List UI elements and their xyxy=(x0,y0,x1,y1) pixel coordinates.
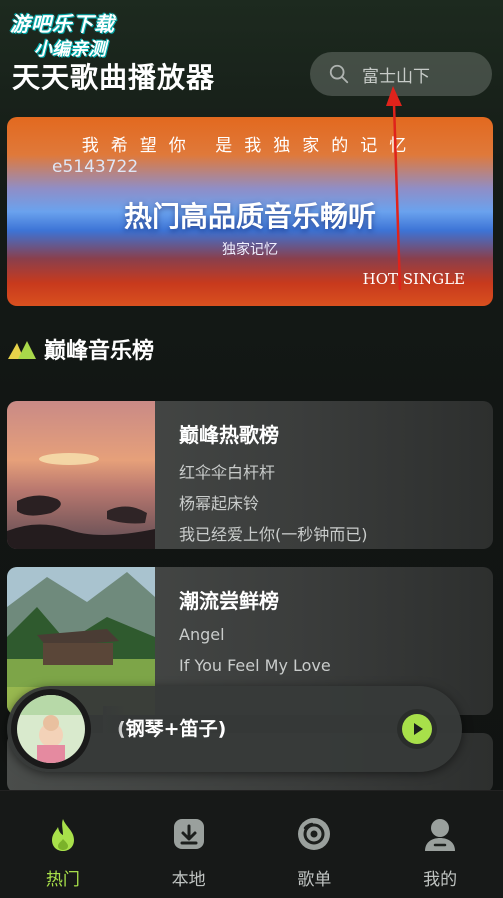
tab-local[interactable]: 本地 xyxy=(126,791,252,898)
mountain-icon xyxy=(8,341,36,359)
chart-song: 杨幂起床铃 xyxy=(179,494,260,513)
album-disc[interactable] xyxy=(11,689,91,769)
disc-icon xyxy=(298,818,331,850)
search-icon xyxy=(329,64,349,84)
chart-song: 我已经爱上你(一秒钟而已) xyxy=(179,525,368,544)
tab-label: 我的 xyxy=(423,870,458,890)
bottom-tab-bar: 热门 本地 歌单 我的 xyxy=(0,790,503,898)
album-cover-image xyxy=(17,695,85,763)
download-icon xyxy=(173,819,204,849)
watermark-logo: 游吧乐下载 小编亲测 xyxy=(10,8,150,61)
mini-player[interactable]: (钢琴+笛子) xyxy=(7,686,462,772)
watermark-line-1: 游吧乐下载 xyxy=(10,12,115,36)
play-icon xyxy=(402,714,432,744)
tab-hot[interactable]: 热门 xyxy=(0,791,126,898)
play-button[interactable] xyxy=(397,709,437,749)
search-placeholder: 富士山下 xyxy=(362,66,430,87)
banner-code: e5143722 xyxy=(52,157,139,177)
track-title: (钢琴+笛子) xyxy=(117,718,227,740)
fire-icon xyxy=(51,819,74,851)
tab-mine[interactable]: 我的 xyxy=(377,791,503,898)
promo-banner[interactable]: 我希望你 是我独家的记忆 e5143722 热门高品质音乐畅听 独家记忆 HOT… xyxy=(7,117,493,306)
app-title: 天天歌曲播放器 xyxy=(12,61,216,94)
chart-name: 潮流尝鲜榜 xyxy=(179,589,279,613)
banner-headline: 热门高品质音乐畅听 xyxy=(123,200,376,233)
banner-subtitle: 独家记忆 xyxy=(222,242,278,258)
tab-label: 热门 xyxy=(45,870,80,890)
chart-song: Angel xyxy=(179,625,225,644)
tab-label: 歌单 xyxy=(297,870,332,890)
chart-card-peak[interactable]: 巅峰热歌榜 红伞伞白杆杆 杨幂起床铃 我已经爱上你(一秒钟而已) xyxy=(7,401,493,549)
section-title: 巅峰音乐榜 xyxy=(44,339,155,364)
chart-song: 红伞伞白杆杆 xyxy=(179,463,276,482)
banner-tag: HOT SINGLE xyxy=(362,270,465,288)
user-icon xyxy=(425,819,456,851)
track-fade xyxy=(103,706,127,750)
banner-top-line: 我希望你 是我独家的记忆 xyxy=(81,136,419,156)
tab-playlist[interactable]: 歌单 xyxy=(252,791,378,898)
chart-name: 巅峰热歌榜 xyxy=(179,423,279,447)
sunset-sea-image xyxy=(7,401,155,549)
tab-label: 本地 xyxy=(171,870,206,890)
chart-song: If You Feel My Love xyxy=(179,656,331,675)
search-bar[interactable]: 富士山下 xyxy=(310,52,492,96)
watermark-line-2: 小编亲测 xyxy=(34,39,106,60)
section-header: 巅峰音乐榜 xyxy=(8,333,154,365)
